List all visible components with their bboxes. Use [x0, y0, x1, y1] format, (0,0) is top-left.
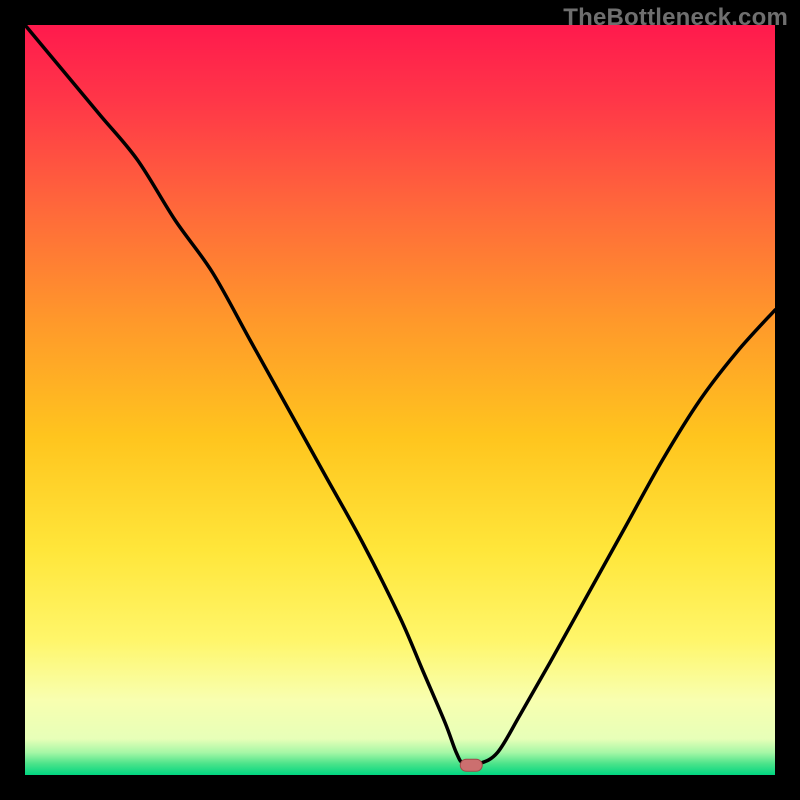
minimum-marker	[460, 759, 482, 771]
bottleneck-plot	[25, 25, 775, 775]
watermark-text: TheBottleneck.com	[563, 4, 788, 32]
gradient-background	[25, 25, 775, 775]
plot-area	[25, 25, 775, 775]
chart-frame: TheBottleneck.com	[0, 0, 800, 800]
